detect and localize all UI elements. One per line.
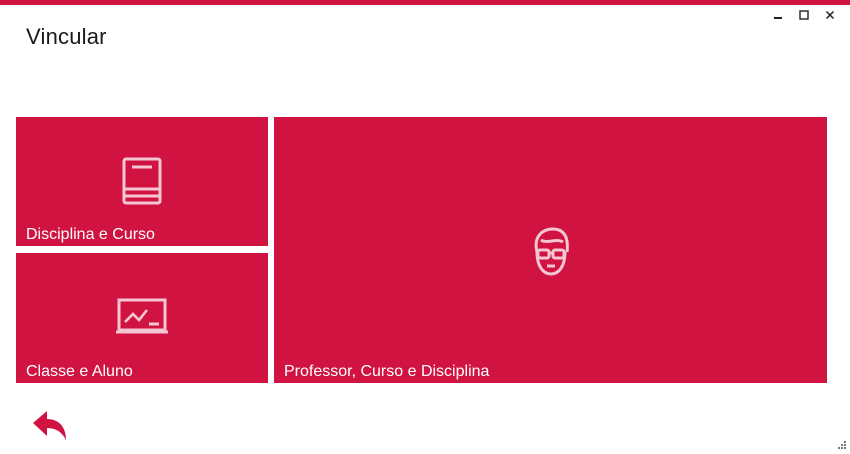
tile-label: Disciplina e Curso bbox=[26, 226, 155, 243]
teacher-icon bbox=[527, 226, 575, 283]
window-controls bbox=[770, 7, 838, 23]
book-icon bbox=[120, 156, 164, 211]
tile-disciplina-e-curso[interactable]: Disciplina e Curso bbox=[16, 117, 268, 246]
resize-grip-icon[interactable] bbox=[836, 436, 846, 449]
back-arrow-icon[interactable] bbox=[30, 408, 70, 444]
tile-label: Classe e Aluno bbox=[26, 363, 133, 380]
minimize-icon[interactable] bbox=[770, 7, 786, 23]
maximize-icon[interactable] bbox=[796, 7, 812, 23]
tile-label: Professor, Curso e Disciplina bbox=[284, 363, 490, 380]
page-title: Vincular bbox=[26, 24, 107, 49]
tile-professor-curso-e-disciplina[interactable]: Professor, Curso e Disciplina bbox=[274, 117, 827, 383]
tile-classe-e-aluno[interactable]: Classe e Aluno bbox=[16, 253, 268, 383]
chalkboard-icon bbox=[115, 296, 169, 341]
accent-bar bbox=[0, 0, 850, 5]
close-icon[interactable] bbox=[822, 7, 838, 23]
